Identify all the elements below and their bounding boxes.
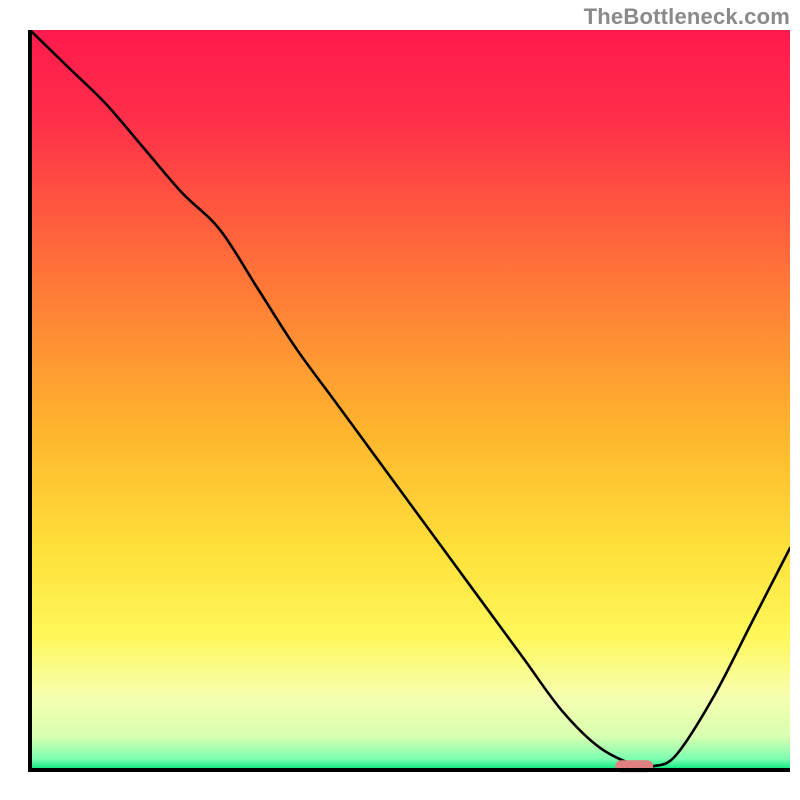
chart-stage: TheBottleneck.com <box>0 0 800 800</box>
gradient-background <box>30 30 790 770</box>
bottleneck-chart <box>0 0 800 800</box>
